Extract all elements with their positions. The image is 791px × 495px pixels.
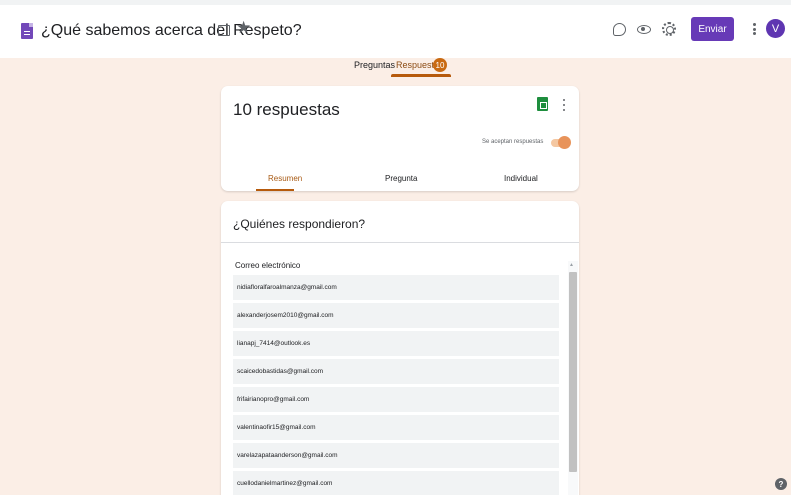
scroll-up-icon[interactable]: ▲ [569,263,574,268]
list-item: scaicedobastidas@gmail.com [233,359,559,384]
folder-icon[interactable] [218,25,230,36]
respondents-title: ¿Quiénes respondieron? [233,217,366,231]
divider [221,242,579,243]
email-list: nidiafloralfaroalmanza@gmail.com alexand… [233,275,559,495]
responses-count-badge: 10 [433,58,447,72]
more-vert-icon[interactable] [752,20,756,38]
active-subtab-indicator [256,189,294,191]
avatar[interactable]: V [766,19,785,38]
subtab-individual[interactable]: Individual [504,174,538,183]
list-item: valentinaofir15@gmail.com [233,415,559,440]
list-item: cuellodanielmartinez@gmail.com [233,471,559,495]
toggle-knob[interactable] [558,136,571,149]
forms-doc-icon[interactable] [21,23,33,39]
accepting-responses-label: Se aceptan respuestas [482,139,544,145]
tab-questions[interactable]: Preguntas [354,60,395,70]
list-item: lianapj_7414@outlook.es [233,331,559,356]
scrollbar[interactable]: ▲ [568,261,578,495]
palette-icon[interactable] [613,23,626,36]
star-icon[interactable]: ★ [236,19,251,36]
subtab-question[interactable]: Pregunta [385,174,417,183]
email-column-label: Correo electrónico [235,261,301,270]
list-item: varelazapataanderson@gmail.com [233,443,559,468]
eye-icon[interactable] [637,25,651,34]
list-item: alexanderjosem2010@gmail.com [233,303,559,328]
scrollbar-thumb[interactable] [569,272,577,472]
help-icon[interactable]: ? [775,478,787,490]
active-tab-indicator [391,74,451,77]
responses-summary-card: 10 respuestas Se aceptan respuestas Resu… [221,86,579,191]
responses-count-title: 10 respuestas [233,100,340,119]
subtab-summary[interactable]: Resumen [268,174,302,183]
list-item: nidiafloralfaroalmanza@gmail.com [233,275,559,300]
gear-icon[interactable] [662,22,676,36]
card-more-vert-icon[interactable] [562,99,566,111]
respondents-card: ¿Quiénes respondieron? Correo electrónic… [221,201,579,495]
form-title[interactable]: ¿Qué sabemos acerca del Respeto? [41,22,302,40]
send-button[interactable]: Enviar [691,17,734,41]
app-header: ¿Qué sabemos acerca del Respeto? ★ Envia… [0,0,791,77]
list-item: frifairianopro@gmail.com [233,387,559,412]
sheets-icon[interactable] [537,97,548,111]
browser-top-strip [0,0,791,5]
